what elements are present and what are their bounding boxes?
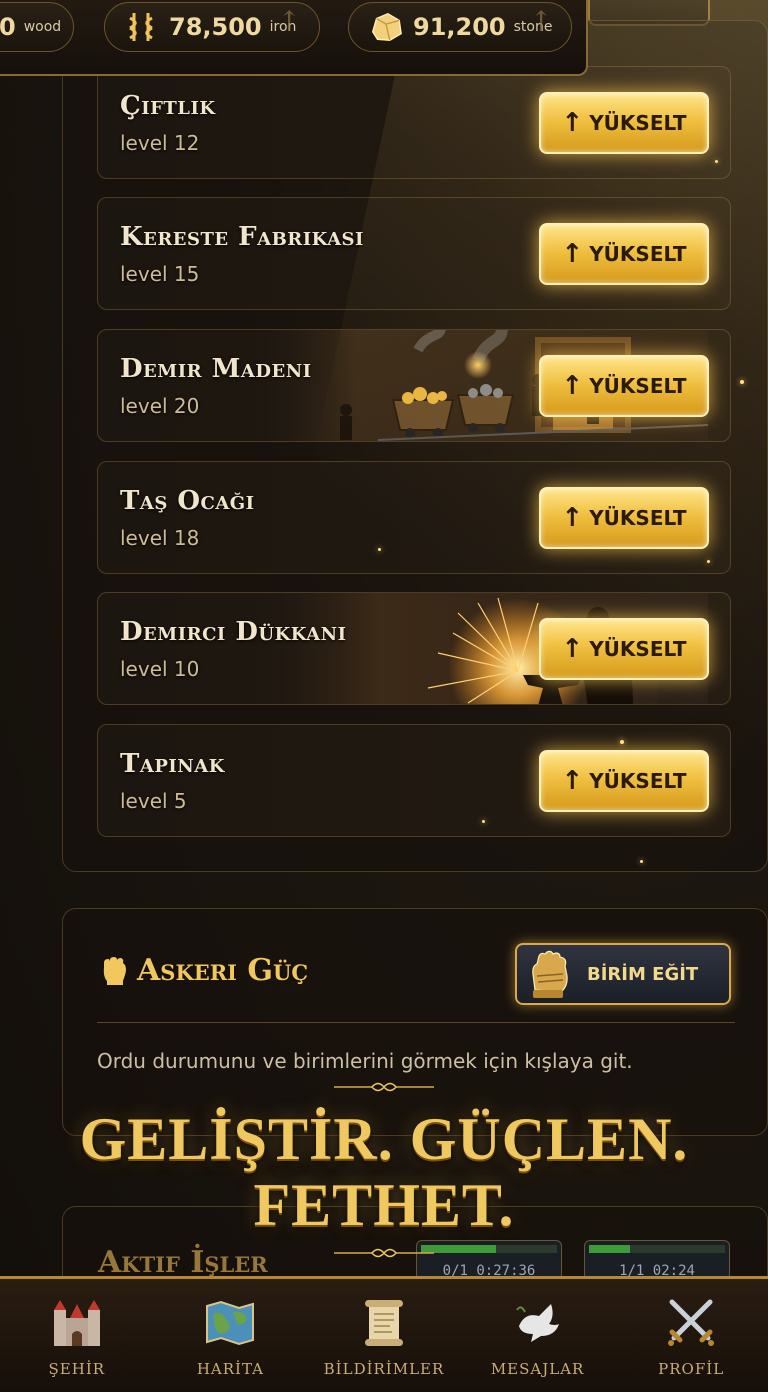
upgrade-button-demirci-dukkani[interactable]: ↑ YÜKSELT [539,618,709,680]
arrow-up-icon: ↑ [561,503,584,533]
gauntlet-icon [532,950,568,998]
tagline-line2: FETHET. [253,1172,515,1238]
building-name: Taş Ocağı [120,486,255,516]
wood-unit: wood [23,19,62,35]
building-level: level 20 [120,394,200,418]
train-unit-button[interactable]: BİRİM EĞİT [515,943,731,1005]
active-jobs-title: Aktif İşler [98,1245,268,1280]
building-name: Demir Madeni [120,354,312,384]
castle-icon [53,1300,100,1346]
ornament-top [334,1082,434,1092]
nav-item-bildirimler[interactable]: BİLDİRİMLER [307,1279,461,1392]
bottom-nav: ŞEHİR HARİTA BİLDİRİMLER MESAJLAR PROFİL [0,1276,768,1392]
arrow-up-icon: ↑ [561,108,584,138]
building-name: Çiftlik [120,91,216,121]
upgrade-button-ciftlik[interactable]: ↑ YÜKSELT [539,92,709,154]
resource-wood[interactable]: 0 wood [0,2,74,52]
resource-stone[interactable]: 91,200 stone ↑ [348,2,572,52]
crossed-swords-icon [668,1299,715,1346]
building-name: Kereste Fabrikası [120,222,364,252]
building-level: level 12 [120,131,200,155]
sparkle [482,820,485,823]
resource-bar: 0 wood 78,500 iron ↑ 91,200 stone ↑ [0,0,588,76]
stone-count: 91,200 [413,13,506,41]
nav-item-harita[interactable]: HARİTA [154,1279,308,1392]
ornament-bottom [334,1248,434,1258]
fist-icon [103,956,126,985]
scroll-icon [364,1300,403,1346]
arrow-up-icon: ↑ [561,766,584,796]
arrow-up-icon: ↑ [529,5,553,38]
military-description: Ordu durumunu ve birimlerini görmek için… [97,1049,633,1073]
building-level: level 18 [120,526,200,550]
stone-icon [369,10,403,44]
building-level: level 5 [120,789,187,813]
sparkle [707,560,710,563]
upgrade-button-tas-ocagi[interactable]: ↑ YÜKSELT [539,487,709,549]
arrow-up-icon: ↑ [561,634,584,664]
divider [97,1022,735,1023]
tagline-line1: GELİŞTİR. GÜÇLEN. [79,1106,689,1172]
upgrade-button-kereste-fabrikasi[interactable]: ↑ YÜKSELT [539,223,709,285]
job-progress [589,1245,630,1253]
nav-item-profil[interactable]: PROFİL [614,1279,768,1392]
sparkle [378,548,381,551]
iron-icon [125,10,159,44]
arrow-up-icon: ↑ [277,5,301,38]
tagline: GELİŞTİR. GÜÇLEN. FETHET. [0,1106,768,1238]
nav-item-sehir[interactable]: ŞEHİR [0,1279,154,1392]
map-icon [206,1300,255,1346]
arrow-up-icon: ↑ [561,239,584,269]
resource-iron[interactable]: 78,500 iron ↑ [104,2,320,52]
sparkle [715,160,718,163]
sparkle [620,740,624,744]
sparkle [740,380,744,384]
military-title: Askeri Güç [99,953,308,988]
upgrade-button-demir-madeni[interactable]: ↑ YÜKSELT [539,355,709,417]
upgrade-button-tapinak[interactable]: ↑ YÜKSELT [539,750,709,812]
sparkle [640,860,643,863]
building-name: Demirci Dükkanı [120,617,347,647]
building-name: Tapınak [120,749,225,779]
nav-item-mesajlar[interactable]: MESAJLAR [461,1279,615,1392]
iron-count: 78,500 [169,13,262,41]
dove-icon [515,1304,559,1342]
building-level: level 15 [120,262,200,286]
building-level: level 10 [120,657,200,681]
arrow-up-icon: ↑ [561,371,584,401]
